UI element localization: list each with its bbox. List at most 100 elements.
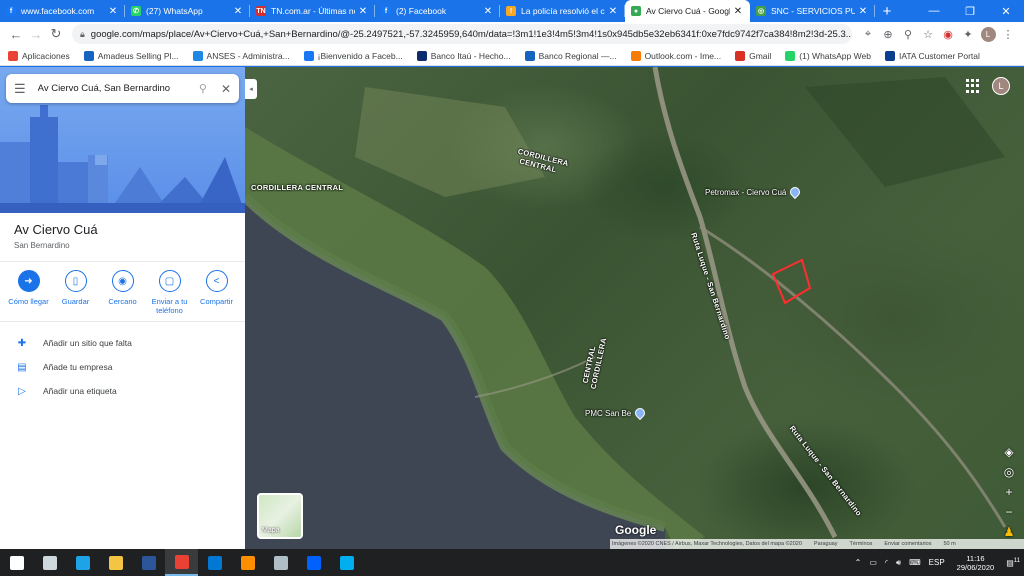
action-bookmark[interactable]: ▯ Guardar [53, 270, 98, 316]
profile-button[interactable]: L [978, 24, 998, 44]
keyboard-icon[interactable]: ⌨ [909, 558, 921, 567]
new-tab-button[interactable]: + [875, 0, 899, 22]
feedback-link[interactable]: Enviar comentarios [884, 541, 931, 547]
taskbar-app[interactable] [231, 549, 264, 576]
bookmark-item[interactable]: IATA Customer Portal [884, 50, 980, 61]
taskbar-app[interactable] [0, 549, 33, 576]
notification-icon[interactable]: ▤11 [1006, 558, 1020, 568]
add-tab-icon[interactable]: ⊕ [878, 24, 898, 44]
bookmark-item[interactable]: Amadeus Selling Pl... [83, 50, 179, 61]
star-icon[interactable]: ☆ [918, 24, 938, 44]
zoom-icon[interactable]: ⚲ [898, 24, 918, 44]
list-item[interactable]: ▤ Añade tu empresa [0, 356, 245, 378]
bookmark-item[interactable]: ANSES - Administra... [192, 50, 290, 61]
notification-count: 11 [1013, 557, 1020, 564]
taskbar-app[interactable] [99, 549, 132, 576]
minimize-icon[interactable]: — [916, 0, 952, 22]
action-send-to-phone[interactable]: ▢ Enviar a tu teléfono [147, 270, 192, 316]
browser-tab[interactable]: ✆ (27) WhatsApp ✕ [125, 0, 250, 22]
volume-icon[interactable]: 🔊︎ [896, 558, 901, 568]
network-icon[interactable]: ▭ [869, 558, 877, 567]
search-box[interactable]: ☰ ⚲ ✕ [6, 74, 239, 103]
list-item-label: Añadir una etiqueta [43, 386, 117, 396]
zoom-in-button[interactable]: + [1002, 485, 1016, 499]
chevron-up-icon[interactable]: ⌃ [855, 558, 862, 567]
close-tab-icon[interactable]: ✕ [857, 6, 869, 17]
wifi-icon[interactable]: ◜ [885, 558, 888, 567]
browser-tab[interactable]: ◎ SNC - SERVICIOS PUB ✕ [750, 0, 875, 22]
close-tab-icon[interactable]: ✕ [232, 6, 244, 17]
forward-icon[interactable]: → [26, 24, 46, 44]
browser-tab[interactable]: f (2) Facebook ✕ [375, 0, 500, 22]
taskbar-app[interactable] [33, 549, 66, 576]
address-bar[interactable]: 🔒︎ google.com/maps/place/Av+Ciervo+Cuá,+… [72, 24, 852, 44]
language-indicator[interactable]: ESP [929, 558, 945, 567]
close-tab-icon[interactable]: ✕ [607, 6, 619, 17]
extensions-icon[interactable]: ✦ [958, 24, 978, 44]
taskbar-app[interactable] [330, 549, 363, 576]
bookmark-item[interactable]: (1) WhatsApp Web [785, 50, 871, 61]
globe-icon[interactable]: ◈ [1002, 445, 1016, 459]
taskbar-app[interactable] [297, 549, 330, 576]
bookmark-item[interactable]: Banco Regional —... [524, 50, 617, 61]
taskbar-app[interactable] [165, 549, 198, 576]
action-share[interactable]: < Compartir [194, 270, 239, 316]
account-avatar[interactable]: L [992, 77, 1010, 95]
taskbar-app[interactable] [132, 549, 165, 576]
browser-tab[interactable]: ● Av Ciervo Cuá - Googl ✕ [625, 0, 750, 22]
google-maps-favicon: ● [631, 6, 641, 16]
file-explorer-icon [108, 555, 123, 570]
search-icon[interactable]: ⚲ [199, 82, 207, 95]
poi-pmc[interactable]: PMC San Be [585, 405, 648, 421]
browser-tab[interactable]: f www.facebook.com ✕ [0, 0, 125, 22]
browser-tab[interactable]: ! La policía resolvió el ca ✕ [500, 0, 625, 22]
taskbar-app[interactable] [66, 549, 99, 576]
taskbar-app[interactable] [198, 549, 231, 576]
pegman-icon[interactable]: ♟ [1002, 525, 1016, 539]
bookmark-item[interactable]: Aplicaciones [8, 50, 70, 61]
close-tab-icon[interactable]: ✕ [357, 6, 369, 17]
close-window-icon[interactable]: ✕ [988, 0, 1024, 22]
scale-bar[interactable]: 50 m [943, 541, 955, 547]
chrome-icon [174, 554, 189, 569]
action-nearby[interactable]: ◉ Cercano [100, 270, 145, 316]
bookmark-item[interactable]: ¡Bienvenido a Faceb... [303, 50, 403, 61]
share-icon: < [205, 270, 228, 292]
list-item[interactable]: ▷ Añadir una etiqueta [0, 380, 245, 402]
bookmark-item[interactable]: Banco Itaú - Hecho... [416, 50, 511, 61]
map-attribution: Imágenes ©2020 CNES / Airbus, Maxar Tech… [610, 539, 1024, 549]
action-directions[interactable]: ➜ Cómo llegar [6, 270, 51, 316]
back-icon[interactable]: ← [6, 24, 26, 44]
poi-petromax[interactable]: Petromax - Ciervo Cuá [705, 184, 803, 200]
zoom-out-button[interactable]: − [1002, 505, 1016, 519]
restore-icon[interactable]: ❐ [952, 0, 988, 22]
bookmark-item[interactable]: Gmail [735, 50, 771, 61]
hamburger-menu-icon[interactable]: ☰ [14, 81, 26, 97]
browser-toolbar: ← → ↻ 🔒︎ google.com/maps/place/Av+Ciervo… [0, 22, 1024, 46]
browser-tab[interactable]: TN TN.com.ar - Últimas no ✕ [250, 0, 375, 22]
google-apps-icon[interactable] [966, 79, 980, 93]
clock[interactable]: 11:16 29/06/2020 [957, 554, 995, 572]
facebook-favicon: f [6, 6, 16, 16]
layer-switcher[interactable]: Mapa [257, 493, 303, 539]
close-tab-icon[interactable]: ✕ [732, 6, 744, 17]
close-icon[interactable]: ✕ [221, 82, 231, 96]
location-icon[interactable]: ⌖ [858, 24, 878, 44]
map-canvas[interactable]: ◂ CORDILLERA CENTRAL CORDILLERA CENTRAL … [245, 67, 1024, 549]
bookmark-item[interactable]: Outlook.com - Ime... [630, 50, 721, 61]
news-favicon: ! [506, 6, 516, 16]
search-input[interactable] [37, 83, 193, 94]
collapse-panel-button[interactable]: ◂ [245, 79, 257, 99]
opera-extension-icon[interactable]: ◉ [938, 24, 958, 44]
close-tab-icon[interactable]: ✕ [482, 6, 494, 17]
taskbar-app[interactable] [264, 549, 297, 576]
country-link[interactable]: Paraguay [814, 541, 838, 547]
kebab-menu-icon[interactable]: ⋮ [998, 24, 1018, 44]
windows-start-icon [9, 555, 24, 570]
list-item[interactable]: ✚ Añadir un sitio que falta [0, 332, 245, 354]
close-tab-icon[interactable]: ✕ [107, 6, 119, 17]
terms-link[interactable]: Términos [849, 541, 872, 547]
reload-icon[interactable]: ↻ [46, 24, 66, 44]
bookmark-favicon-icon [884, 50, 895, 61]
my-location-icon[interactable]: ◎ [1002, 465, 1016, 479]
